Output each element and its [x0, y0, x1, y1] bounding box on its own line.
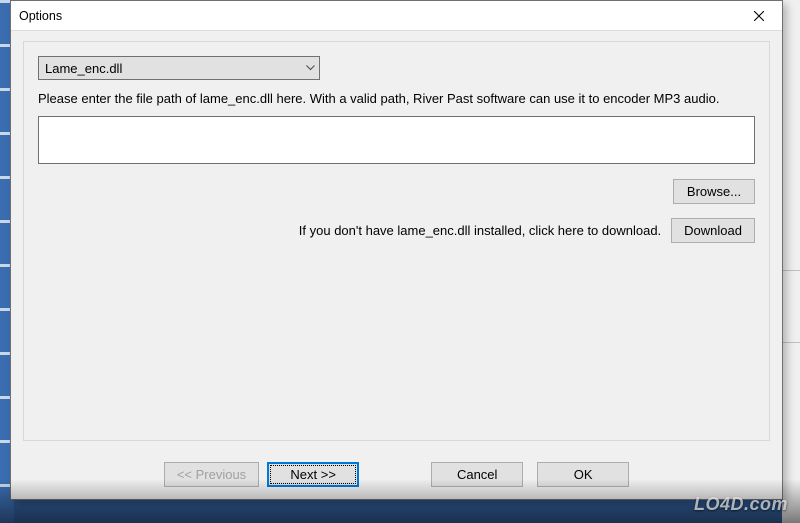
codec-dropdown[interactable]: Lame_enc.dll	[38, 56, 320, 80]
chevron-down-icon	[306, 63, 315, 74]
background-right	[782, 0, 800, 523]
cancel-button[interactable]: Cancel	[431, 462, 523, 487]
ok-button[interactable]: OK	[537, 462, 629, 487]
previous-button[interactable]: << Previous	[164, 462, 259, 487]
close-icon	[754, 11, 764, 21]
options-dialog: Options Lame_enc.dll Please enter the fi…	[10, 0, 783, 500]
codec-dropdown-value: Lame_enc.dll	[45, 61, 122, 76]
download-button[interactable]: Download	[671, 218, 755, 243]
close-button[interactable]	[736, 1, 782, 31]
wizard-button-bar: << Previous Next >> Cancel OK	[11, 462, 782, 487]
client-area: Lame_enc.dll Please enter the file path …	[11, 31, 782, 499]
browse-row: Browse...	[38, 179, 755, 204]
browse-button[interactable]: Browse...	[673, 179, 755, 204]
titlebar: Options	[11, 1, 782, 31]
titlebar-buttons	[736, 1, 782, 30]
download-row: If you don't have lame_enc.dll installed…	[38, 218, 755, 243]
groupbox: Lame_enc.dll Please enter the file path …	[23, 41, 770, 441]
watermark: LO4D.com	[694, 494, 788, 515]
window-title: Options	[11, 9, 62, 23]
instruction-text: Please enter the file path of lame_enc.d…	[38, 90, 755, 108]
file-path-input[interactable]	[38, 116, 755, 164]
download-hint-text: If you don't have lame_enc.dll installed…	[299, 223, 661, 238]
next-button[interactable]: Next >>	[267, 462, 359, 487]
